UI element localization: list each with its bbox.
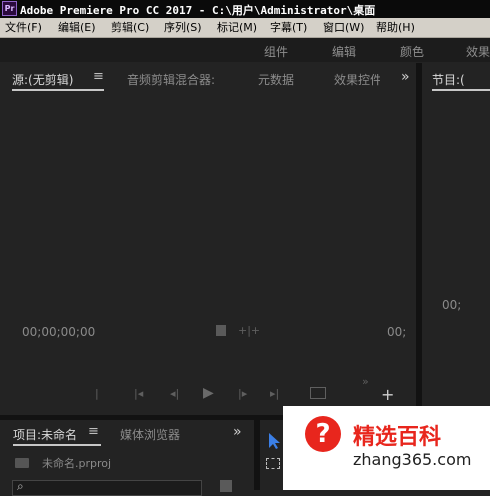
folder-icon [15, 458, 29, 468]
menu-bar: 文件(F) 编辑(E) 剪辑(C) 序列(S) 标记(M) 字幕(T) 窗口(W… [0, 18, 490, 38]
add-button-icon[interactable]: + [381, 385, 394, 404]
project-file-name: 未命名.prproj [42, 457, 112, 470]
menu-sequence[interactable]: 序列(S) [164, 19, 202, 36]
tools-panel [260, 420, 283, 490]
workspace-color[interactable]: 颜色 [400, 43, 424, 60]
tab-audio-clip-mixer[interactable]: 音频剪辑混合器: [127, 71, 215, 88]
program-timecode[interactable]: 00; [442, 298, 461, 312]
source-timecode-current[interactable]: 00;00;00;00 [22, 325, 95, 339]
play-icon[interactable]: ▶ [203, 385, 214, 401]
menu-edit[interactable]: 编辑(E) [58, 19, 96, 36]
menu-clip[interactable]: 剪辑(C) [111, 19, 149, 36]
track-select-tool-icon[interactable] [266, 458, 280, 469]
tab-effect-controls[interactable]: 效果控件 [334, 71, 380, 88]
workspace-bar: 组件 编辑 颜色 效果 [0, 38, 490, 62]
watermark-logo: ? 精选百科 zhang365.com [283, 406, 490, 490]
search-icon: ⌕ [17, 479, 24, 493]
window-title: Adobe Premiere Pro CC 2017 - C:\用户\Admin… [20, 4, 376, 17]
panel-menu-icon[interactable]: ≡ [93, 69, 104, 84]
question-mark-icon: ? [305, 416, 341, 452]
panel-menu-icon[interactable]: ≡ [88, 424, 99, 439]
clip-icon[interactable] [216, 325, 226, 336]
question-mark-glyph: ? [315, 419, 331, 449]
menu-title[interactable]: 字幕(T) [270, 19, 307, 36]
tab-program[interactable]: 节目:( [432, 71, 465, 88]
more-tabs-icon[interactable]: » [233, 424, 242, 440]
go-to-in-icon[interactable]: |◂ [134, 387, 143, 400]
active-tab-underline [432, 89, 490, 91]
step-forward-icon[interactable]: |▸ [238, 387, 247, 400]
menu-marker[interactable]: 标记(M) [217, 19, 257, 36]
active-tab-underline [12, 89, 104, 91]
active-tab-underline [13, 444, 101, 446]
go-to-out-icon[interactable]: ▸| [270, 387, 279, 400]
drag-video-icon[interactable]: +|+ [238, 324, 260, 337]
tab-project[interactable]: 项目:未命名 [13, 426, 77, 443]
new-bin-icon[interactable] [220, 480, 232, 492]
source-monitor-panel: 源:(无剪辑) ≡ 音频剪辑混合器: 元数据 效果控件 » 00;00;00;0… [0, 63, 416, 415]
tab-source[interactable]: 源:(无剪辑) [12, 71, 73, 88]
more-tabs-icon[interactable]: » [401, 69, 410, 85]
premiere-app-icon: Pr [2, 1, 17, 16]
watermark-brand: 精选百科 [353, 425, 442, 450]
tab-metadata[interactable]: 元数据 [258, 71, 294, 88]
selection-tool-icon[interactable] [268, 432, 282, 450]
watermark-url: zhang365.com [353, 450, 472, 469]
insert-icon[interactable] [310, 387, 326, 399]
tab-media-browser[interactable]: 媒体浏览器 [120, 426, 180, 443]
menu-window[interactable]: 窗口(W) [323, 19, 364, 36]
step-back-icon[interactable]: ◂| [170, 387, 179, 400]
title-bar: Pr Adobe Premiere Pro CC 2017 - C:\用户\Ad… [0, 0, 490, 18]
mark-in-icon[interactable]: | [95, 387, 99, 400]
source-timecode-duration: 00; [387, 325, 407, 339]
workspace-effects[interactable]: 效果 [466, 43, 490, 60]
workspace-assembly[interactable]: 组件 [264, 43, 288, 60]
more-buttons-icon[interactable]: » [362, 375, 369, 388]
project-panel: 项目:未命名 ≡ 媒体浏览器 » 未命名.prproj ⌕ [0, 420, 254, 496]
menu-file[interactable]: 文件(F) [5, 19, 42, 36]
program-monitor-panel: 节目:( 00; [422, 63, 490, 415]
project-search-input[interactable]: ⌕ [12, 479, 202, 496]
workspace-editing[interactable]: 编辑 [332, 43, 356, 60]
menu-help[interactable]: 帮助(H) [376, 19, 415, 36]
